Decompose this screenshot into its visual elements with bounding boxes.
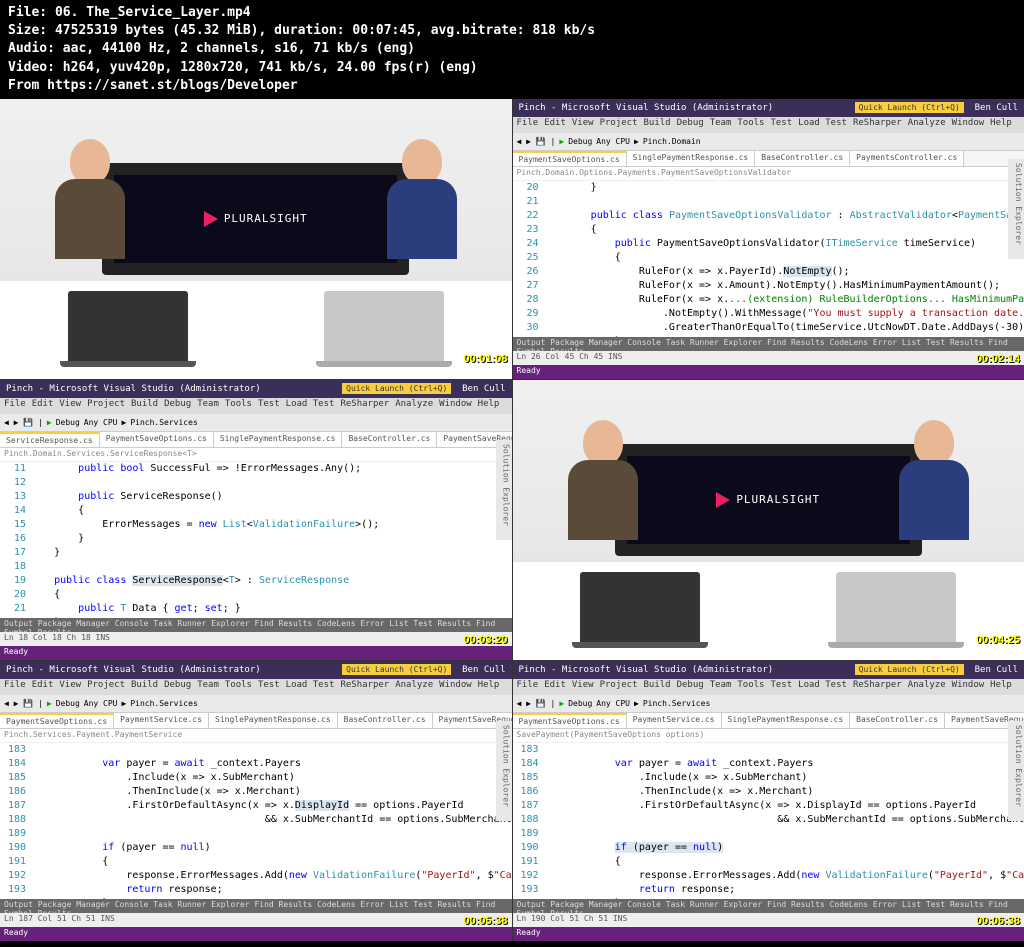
timestamp: 00:05:38 [463,915,507,927]
code-editor[interactable]: var payer = await _context.Payers .Inclu… [543,743,1024,913]
breadcrumb[interactable]: Pinch.Domain.Services.ServiceResponse<T> [0,448,512,462]
editor-tab[interactable]: BaseController.cs [342,432,437,447]
line-gutter: 111213141516171819202122232425 [0,462,30,632]
window-titlebar[interactable]: Pinch - Microsoft Visual Studio (Adminis… [0,380,512,398]
editor-tab[interactable]: SinglePaymentResponse.cs [209,713,338,728]
timestamp: 00:03:20 [463,634,507,646]
editor-tab[interactable]: PaymentSaveOptions.cs [513,713,627,728]
vs-frame-3: Pinch - Microsoft Visual Studio (Adminis… [0,380,512,660]
statusbar: Ln 187 Col 51 Ch 51 INS [0,913,512,927]
start-button[interactable]: ▶ [559,137,564,146]
window-titlebar[interactable]: Pinch - Microsoft Visual Studio (Adminis… [0,661,512,679]
menubar[interactable]: FileEditViewProjectBuildDebugTeamToolsTe… [513,679,1024,695]
toolbar[interactable]: ◀ ▶ 💾 | ▶ Debug Any CPU ▶ Pinch.Services [0,414,512,432]
start-button[interactable]: ▶ [47,699,52,708]
quick-launch-input[interactable]: Quick Launch (Ctrl+Q) [855,102,964,113]
vs-frame-2: Pinch - Microsoft Visual Studio (Adminis… [513,99,1024,379]
breadcrumb[interactable]: Pinch.Services.Payment.PaymentService [0,729,512,743]
laptop-right [324,291,444,361]
quick-launch-input[interactable]: Quick Launch (Ctrl+Q) [342,383,451,394]
breadcrumb[interactable]: Pinch.Domain.Options.Payments.PaymentSav… [513,167,1024,181]
tv-screen: PLURALSIGHT [102,163,409,275]
code-editor[interactable]: public bool SuccessFul => !ErrorMessages… [30,462,512,632]
window-titlebar[interactable]: Pinch - Microsoft Visual Studio (Adminis… [513,661,1024,679]
video-frame-1: PLURALSIGHT 00:01:08 [0,99,512,379]
editor-tab[interactable]: BaseController.cs [755,151,850,166]
code-editor[interactable]: } public class PaymentSaveOptionsValidat… [543,181,1024,351]
file-info-header: File: 06. The_Service_Layer.mp4 Size: 47… [0,0,1024,99]
output-tabs[interactable]: Output Package Manager Console Task Runn… [0,618,512,632]
editor-tab[interactable]: ServiceResponse.cs [0,432,100,447]
footer-bar: Ready [0,646,512,660]
solution-explorer-tab[interactable]: Solution Explorer [1008,721,1024,821]
editor-tab[interactable]: PaymentSaveOptions.cs [513,151,627,166]
statusbar: Ln 18 Col 18 Ch 18 INS [0,632,512,646]
menubar[interactable]: FileEditViewProjectBuildDebugTeamToolsTe… [513,117,1024,133]
play-triangle-icon [204,211,218,227]
footer-bar: Ready [0,927,512,941]
editor-tab[interactable]: PaymentService.cs [627,713,722,728]
toolbar[interactable]: ◀ ▶ 💾 | ▶ Debug Any CPU ▶ Pinch.Domain [513,133,1024,151]
laptop-left [580,572,700,642]
start-button[interactable]: ▶ [559,699,564,708]
play-triangle-icon [716,492,730,508]
quick-launch-input[interactable]: Quick Launch (Ctrl+Q) [342,664,451,675]
pluralsight-logo: PLURALSIGHT [716,492,820,508]
line-gutter: 1831841851861871881891901911921931941951… [0,743,30,913]
output-tabs[interactable]: Output Package Manager Console Task Runn… [0,899,512,913]
timestamp: 00:06:38 [976,915,1020,927]
laptop-right [836,572,956,642]
solution-explorer-tab[interactable]: Solution Explorer [1008,159,1024,259]
output-tabs[interactable]: Output Package Manager Console Task Runn… [513,337,1024,351]
editor-tab[interactable]: PaymentsController.cs [850,151,964,166]
timestamp: 00:02:14 [976,353,1020,365]
quick-launch-input[interactable]: Quick Launch (Ctrl+Q) [855,664,964,675]
footer-bar: Ready [513,365,1024,379]
menubar[interactable]: FileEditViewProjectBuildDebugTeamToolsTe… [0,398,512,414]
line-gutter: 202122232425262728293031323334 [513,181,543,351]
code-editor[interactable]: var payer = await _context.Payers .Inclu… [30,743,512,913]
tv-screen: PLURALSIGHT [615,444,922,556]
toolbar[interactable]: ◀ ▶ 💾 | ▶ Debug Any CPU ▶ Pinch.Services [0,695,512,713]
video-frame-4: PLURALSIGHT 00:04:25 [513,380,1024,660]
editor-tab[interactable]: BaseController.cs [850,713,945,728]
editor-tab[interactable]: PaymentService.cs [114,713,209,728]
vs-frame-6: Pinch - Microsoft Visual Studio (Adminis… [513,661,1024,941]
editor-tab[interactable]: BaseController.cs [338,713,433,728]
editor-tabs[interactable]: PaymentSaveOptions.csSinglePaymentRespon… [513,151,1024,167]
editor-tab[interactable]: PaymentSaveOptions.cs [0,713,114,728]
editor-tabs[interactable]: ServiceResponse.csPaymentSaveOptions.csS… [0,432,512,448]
vs-frame-5: Pinch - Microsoft Visual Studio (Adminis… [0,661,512,941]
line-gutter: 1831841851861871881891901911921931941951… [513,743,543,913]
breadcrumb[interactable]: SavePayment(PaymentSaveOptions options) [513,729,1024,743]
toolbar[interactable]: ◀ ▶ 💾 | ▶ Debug Any CPU ▶ Pinch.Services [513,695,1024,713]
timestamp: 00:01:08 [463,353,507,365]
footer-bar: Ready [513,927,1024,941]
laptop-left [68,291,188,361]
editor-tab[interactable]: PaymentSaveOptions.cs [100,432,214,447]
window-titlebar[interactable]: Pinch - Microsoft Visual Studio (Adminis… [513,99,1024,117]
solution-explorer-tab[interactable]: Solution Explorer [496,721,512,821]
solution-explorer-tab[interactable]: Solution Explorer [496,440,512,540]
editor-tabs[interactable]: PaymentSaveOptions.csPaymentService.csSi… [0,713,512,729]
timestamp: 00:04:25 [976,634,1020,646]
start-button[interactable]: ▶ [47,418,52,427]
menubar[interactable]: FileEditViewProjectBuildDebugTeamToolsTe… [0,679,512,695]
statusbar: Ln 190 Col 51 Ch 51 INS [513,913,1024,927]
editor-tab[interactable]: SinglePaymentResponse.cs [214,432,343,447]
editor-tab[interactable]: SinglePaymentResponse.cs [627,151,756,166]
output-tabs[interactable]: Output Package Manager Console Task Runn… [513,899,1024,913]
pluralsight-logo: PLURALSIGHT [204,211,308,227]
editor-tab[interactable]: SinglePaymentResponse.cs [722,713,851,728]
editor-tabs[interactable]: PaymentSaveOptions.csPaymentService.csSi… [513,713,1024,729]
statusbar: Ln 26 Col 45 Ch 45 INS [513,351,1024,365]
